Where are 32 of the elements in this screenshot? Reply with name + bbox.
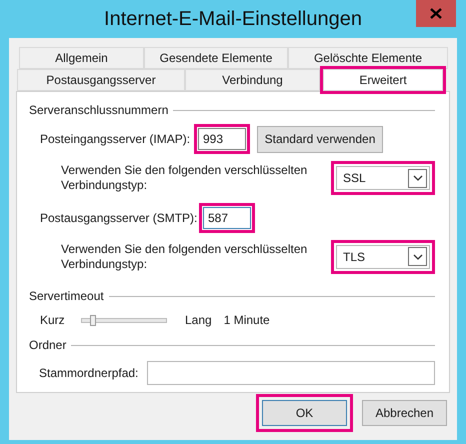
slider-label: Lang xyxy=(185,312,212,329)
dialog-button[interactable]: Abbrechen xyxy=(362,400,447,426)
dialog-button[interactable]: OK xyxy=(262,400,347,426)
dropdown-value: TLS xyxy=(343,248,366,266)
slider-thumb[interactable] xyxy=(90,314,96,326)
field-label: Posteingangsserver (IMAP): xyxy=(40,131,192,148)
input-field[interactable]: 993 xyxy=(198,128,246,150)
dropdown-value: SSL xyxy=(343,170,366,187)
group-title: Serveranschlussnummern xyxy=(29,102,170,119)
tab[interactable]: Gesendete Elemente xyxy=(144,47,288,69)
tab[interactable]: Postausgangsserver xyxy=(17,69,185,91)
field-label: Postausgangsserver (SMTP): xyxy=(40,210,198,226)
input-field[interactable]: 587 xyxy=(203,206,251,228)
window-title: Internet-E-Mail-Einstellungen xyxy=(104,7,362,32)
default-button[interactable]: Standard verwenden xyxy=(257,126,383,152)
group-title: Servertimeout xyxy=(29,288,105,305)
close-icon xyxy=(430,8,442,19)
chevron-down-icon xyxy=(412,254,422,260)
close-button[interactable] xyxy=(416,0,456,27)
tab[interactable]: Allgemein xyxy=(19,47,144,69)
group-title: Ordner xyxy=(29,337,68,354)
field-label: Verwenden Sie den folgenden verschlüsselten Verbindungstyp: xyxy=(61,163,308,193)
input-field[interactable] xyxy=(147,361,435,385)
chevron-down-icon xyxy=(412,175,422,181)
dropdown[interactable]: TLS xyxy=(336,244,430,268)
tab[interactable]: Erweitert xyxy=(323,69,443,91)
slider-reading: 1 Minute xyxy=(224,312,270,329)
field-label: Stammordnerpfad: xyxy=(39,365,140,382)
slider-label: Kurz xyxy=(40,312,66,329)
dropdown[interactable]: SSL xyxy=(336,166,430,190)
field-label: Verwenden Sie den folgenden verschlüsselten Verbindungstyp: xyxy=(61,242,308,272)
tab[interactable]: Verbindung xyxy=(185,69,320,91)
